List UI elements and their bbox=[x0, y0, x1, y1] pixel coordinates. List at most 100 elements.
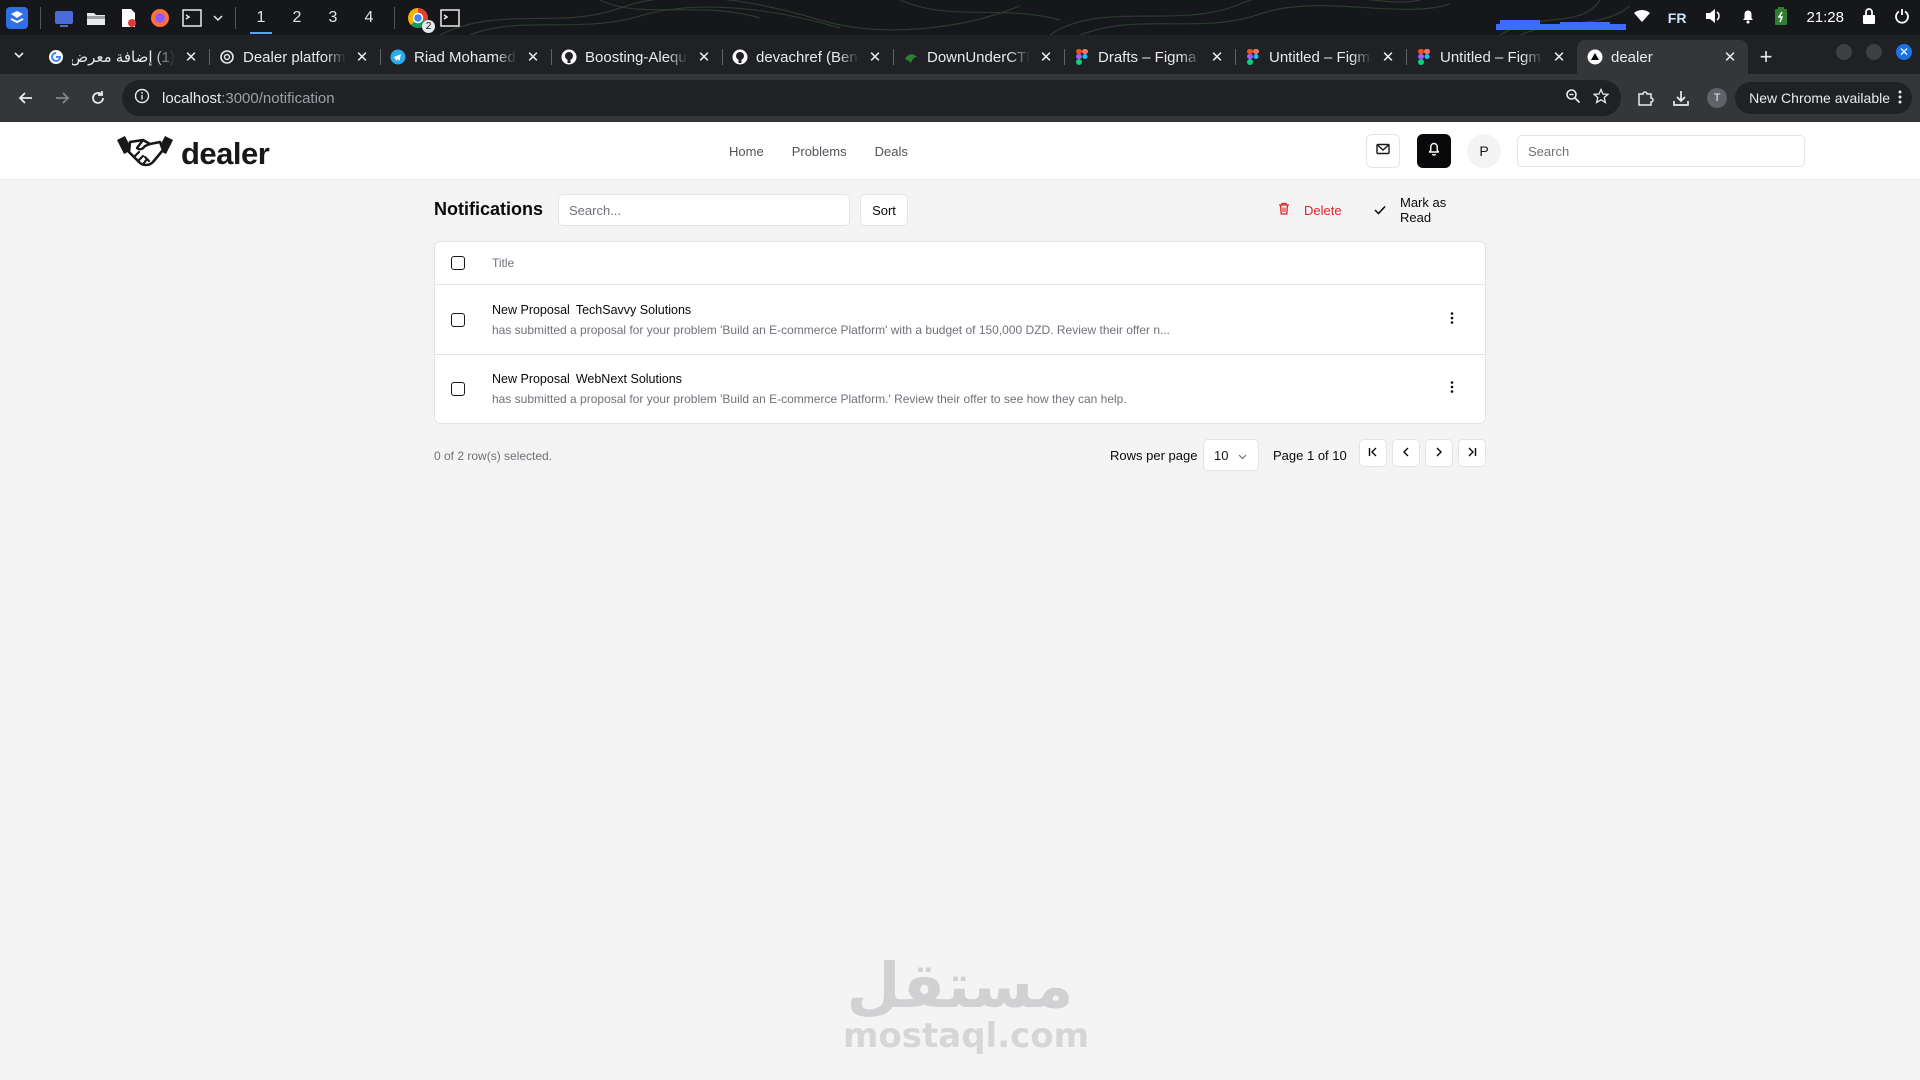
previous-page-button[interactable] bbox=[1392, 439, 1420, 467]
delete-button[interactable]: Delete bbox=[1270, 194, 1350, 226]
terminal-icon[interactable] bbox=[179, 5, 205, 31]
row-checkbox[interactable] bbox=[451, 382, 465, 396]
wifi-icon[interactable] bbox=[1633, 9, 1650, 27]
first-page-button[interactable] bbox=[1359, 439, 1387, 467]
brand-name: dealer bbox=[181, 135, 270, 171]
browser-toolbar: localhost:3000/notification T New Chrome… bbox=[0, 74, 1920, 122]
table-header: Title bbox=[435, 242, 1485, 285]
document-viewer-icon[interactable] bbox=[115, 5, 141, 31]
close-icon[interactable]: ✕ bbox=[1722, 48, 1738, 66]
notifications-search-input[interactable] bbox=[558, 194, 850, 226]
nav-problems[interactable]: Problems bbox=[792, 144, 847, 159]
browser-tab[interactable]: (1) إضافة معرض ✕ bbox=[38, 40, 209, 74]
lock-icon[interactable] bbox=[1862, 7, 1876, 28]
back-arrow-icon[interactable] bbox=[8, 80, 44, 116]
page-info: Page 1 of 10 bbox=[1273, 448, 1347, 463]
close-icon[interactable]: ✕ bbox=[183, 48, 199, 66]
maximize-icon[interactable] bbox=[1866, 44, 1882, 60]
table-row[interactable]: New Proposal WebNext Solutions has submit… bbox=[435, 354, 1485, 423]
workspace-3[interactable]: 3 bbox=[318, 0, 348, 35]
notifications-toolbar: Notifications Sort Delete Mark as Read bbox=[434, 192, 1486, 227]
site-info-icon[interactable] bbox=[134, 88, 150, 108]
window-controls: ✕ bbox=[1836, 44, 1912, 60]
user-avatar[interactable]: P bbox=[1467, 134, 1501, 168]
forward-arrow-icon[interactable] bbox=[44, 80, 80, 116]
clock[interactable]: 21:28 bbox=[1806, 9, 1844, 26]
more-vertical-icon bbox=[1898, 90, 1902, 107]
new-tab-plus-icon[interactable]: + bbox=[1748, 40, 1784, 74]
mark-as-read-button[interactable]: Mark as Read bbox=[1366, 194, 1486, 226]
zoom-icon[interactable] bbox=[1565, 88, 1581, 108]
bookmark-star-icon[interactable] bbox=[1592, 87, 1610, 108]
tab-title: Untitled – Figma bbox=[1269, 48, 1372, 66]
messages-button[interactable] bbox=[1366, 134, 1400, 168]
volume-icon[interactable] bbox=[1704, 8, 1722, 28]
browser-tab-strip: (1) إضافة معرض ✕ Dealer platform ✕ Riad … bbox=[0, 35, 1920, 74]
rows-per-page-select[interactable]: 10 bbox=[1203, 439, 1259, 471]
reload-icon[interactable] bbox=[80, 80, 116, 116]
browser-tab[interactable]: DownUnderCTF ✕ bbox=[893, 40, 1064, 74]
row-checkbox[interactable] bbox=[451, 312, 465, 327]
nav-home[interactable]: Home bbox=[729, 144, 764, 159]
downloads-icon[interactable] bbox=[1663, 80, 1699, 116]
nav-deals[interactable]: Deals bbox=[875, 144, 908, 159]
browser-tab-active[interactable]: dealer ✕ bbox=[1577, 40, 1748, 74]
workspace-4[interactable]: 4 bbox=[354, 0, 384, 35]
handshake-icon bbox=[115, 132, 175, 175]
tab-title: Riad Mohamed bbox=[414, 48, 516, 66]
files-icon[interactable] bbox=[83, 5, 109, 31]
close-icon[interactable]: ✕ bbox=[1038, 48, 1054, 66]
notification-content: New Proposal TechSavvy Solutions has subm… bbox=[492, 303, 1437, 337]
brand-logo[interactable]: dealer bbox=[115, 132, 270, 175]
table-row[interactable]: New Proposal TechSavvy Solutions has subm… bbox=[435, 285, 1485, 354]
profile-avatar[interactable]: T bbox=[1699, 80, 1735, 116]
desktop-icon[interactable] bbox=[51, 5, 77, 31]
url-host: localhost bbox=[162, 89, 222, 107]
notifications-button[interactable] bbox=[1417, 134, 1451, 168]
new-chrome-available-button[interactable]: New Chrome available bbox=[1735, 82, 1912, 114]
extensions-puzzle-icon[interactable] bbox=[1627, 80, 1663, 116]
browser-tab[interactable]: Dealer platform ✕ bbox=[209, 40, 380, 74]
next-page-button[interactable] bbox=[1425, 439, 1453, 467]
address-bar[interactable]: localhost:3000/notification bbox=[122, 80, 1622, 116]
terminal-taskbar-icon[interactable] bbox=[437, 5, 463, 31]
global-search-input[interactable] bbox=[1517, 135, 1805, 167]
browser-tab[interactable]: Riad Mohamed ✕ bbox=[380, 40, 551, 74]
close-icon[interactable]: ✕ bbox=[867, 48, 883, 66]
browser-tab[interactable]: Untitled – Figma ✕ bbox=[1235, 40, 1406, 74]
close-icon[interactable]: ✕ bbox=[354, 48, 370, 66]
firefox-icon[interactable] bbox=[147, 5, 173, 31]
close-icon[interactable]: ✕ bbox=[696, 48, 712, 66]
close-icon[interactable]: ✕ bbox=[1209, 48, 1225, 66]
watermark: مستقل mostaql.com bbox=[843, 955, 1089, 1056]
browser-tab[interactable]: Drafts – Figma ✕ bbox=[1064, 40, 1235, 74]
chatgpt-icon bbox=[219, 49, 235, 65]
battery-icon[interactable] bbox=[1774, 6, 1788, 30]
launcher-icon[interactable] bbox=[4, 5, 30, 31]
chevrons-right-icon bbox=[1467, 444, 1477, 462]
browser-tab[interactable]: Untitled – Figma ✕ bbox=[1406, 40, 1577, 74]
workspace-2[interactable]: 2 bbox=[282, 0, 312, 35]
tab-search-chevron-icon[interactable] bbox=[0, 35, 38, 74]
notifications-bell-icon[interactable] bbox=[1740, 8, 1756, 28]
window-close-icon[interactable]: ✕ bbox=[1896, 44, 1912, 60]
close-icon[interactable]: ✕ bbox=[1551, 48, 1567, 66]
browser-tab[interactable]: devachref (Ben ✕ bbox=[722, 40, 893, 74]
row-actions-button[interactable] bbox=[1437, 305, 1467, 335]
row-actions-button[interactable] bbox=[1437, 374, 1467, 404]
keyboard-layout[interactable]: FR bbox=[1668, 10, 1687, 26]
chrome-taskbar-icon[interactable]: 2 bbox=[405, 5, 435, 33]
minimize-icon[interactable] bbox=[1836, 44, 1852, 60]
browser-tab[interactable]: Boosting-Alequ ✕ bbox=[551, 40, 722, 74]
vercel-icon bbox=[1587, 49, 1603, 65]
sort-button[interactable]: Sort bbox=[860, 194, 908, 226]
chevron-down-icon[interactable] bbox=[211, 5, 225, 31]
ctf-icon bbox=[903, 49, 919, 65]
workspace-1[interactable]: 1 bbox=[246, 0, 276, 35]
select-all-checkbox[interactable] bbox=[451, 256, 465, 270]
last-page-button[interactable] bbox=[1458, 439, 1486, 467]
close-icon[interactable]: ✕ bbox=[1380, 48, 1396, 66]
power-icon[interactable] bbox=[1894, 8, 1910, 28]
close-icon[interactable]: ✕ bbox=[525, 48, 541, 66]
bell-icon bbox=[1427, 141, 1441, 161]
